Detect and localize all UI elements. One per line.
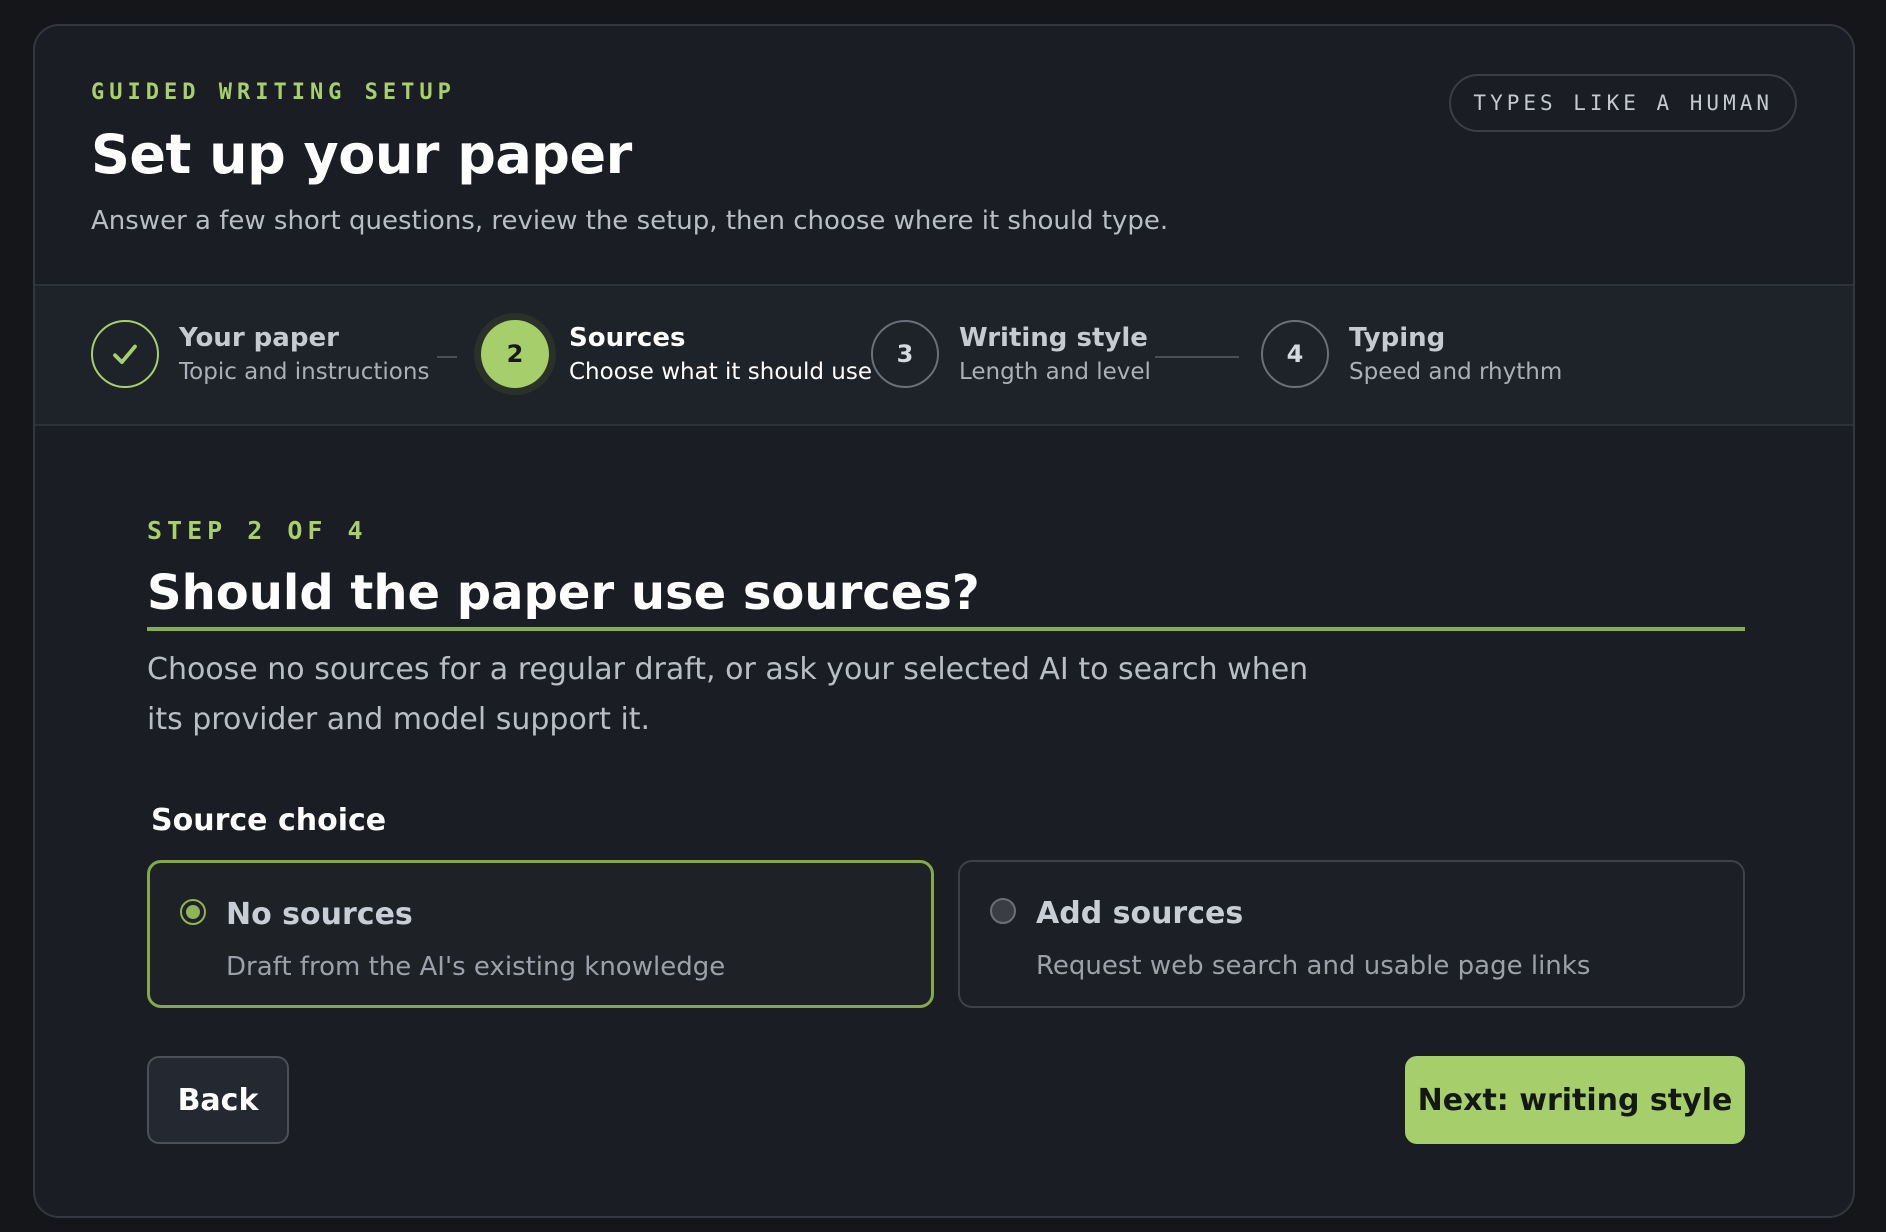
setup-card: GUIDED WRITING SETUP Set up your paper A… bbox=[33, 24, 1855, 1218]
option-title: Add sources bbox=[1036, 896, 1244, 931]
source-choice-label: Source choice bbox=[151, 803, 387, 838]
step-number-badge: 3 bbox=[871, 320, 939, 388]
types-like-human-badge: TYPES LIKE A HUMAN bbox=[1449, 74, 1797, 132]
check-icon bbox=[113, 344, 137, 364]
progress-stepper: Your paper Topic and instructions 2 Sour… bbox=[35, 284, 1853, 426]
page-title: Set up your paper bbox=[91, 123, 632, 186]
step-complete-indicator bbox=[91, 320, 159, 388]
step-writing-style[interactable]: 3 Writing style Length and level bbox=[871, 320, 1151, 388]
step-content: STEP 2 OF 4 Should the paper use sources… bbox=[147, 516, 1745, 1146]
step-description: Length and level bbox=[959, 359, 1151, 385]
step-title: Sources bbox=[569, 323, 686, 353]
step-title: Typing bbox=[1349, 323, 1446, 353]
header: GUIDED WRITING SETUP Set up your paper A… bbox=[35, 26, 1853, 286]
step-number-badge: 2 bbox=[481, 320, 549, 388]
step-description: Topic and instructions bbox=[179, 359, 430, 385]
radio-unselected-icon[interactable] bbox=[990, 898, 1016, 924]
question-title: Should the paper use sources? bbox=[147, 565, 1745, 631]
question-description: Choose no sources for a regular draft, o… bbox=[147, 652, 1309, 737]
step-counter: STEP 2 OF 4 bbox=[147, 516, 368, 545]
step-typing[interactable]: 4 Typing Speed and rhythm bbox=[1261, 320, 1562, 388]
page-subtitle: Answer a few short questions, review the… bbox=[91, 206, 1169, 236]
step-connector bbox=[437, 356, 457, 358]
step-description: Speed and rhythm bbox=[1349, 359, 1563, 385]
step-description: Choose what it should use bbox=[569, 359, 872, 385]
step-your-paper[interactable]: Your paper Topic and instructions bbox=[91, 320, 429, 388]
option-add-sources[interactable]: Add sources Request web search and usabl… bbox=[958, 860, 1745, 1008]
step-number-badge: 4 bbox=[1261, 320, 1329, 388]
action-bar: Back Next: writing style bbox=[147, 1056, 1745, 1146]
option-description: Draft from the AI's existing knowledge bbox=[226, 952, 726, 982]
back-button[interactable]: Back bbox=[147, 1056, 289, 1144]
option-description: Request web search and usable page links bbox=[1036, 951, 1591, 981]
option-title: No sources bbox=[226, 897, 413, 932]
step-sources[interactable]: 2 Sources Choose what it should use bbox=[481, 320, 872, 388]
next-button[interactable]: Next: writing style bbox=[1405, 1056, 1745, 1144]
source-choice-group: No sources Draft from the AI's existing … bbox=[147, 860, 1745, 1008]
option-no-sources[interactable]: No sources Draft from the AI's existing … bbox=[147, 860, 934, 1008]
step-title: Writing style bbox=[959, 323, 1148, 353]
step-title: Your paper bbox=[179, 323, 339, 353]
step-connector bbox=[1155, 356, 1239, 358]
radio-selected-icon[interactable] bbox=[180, 899, 206, 925]
